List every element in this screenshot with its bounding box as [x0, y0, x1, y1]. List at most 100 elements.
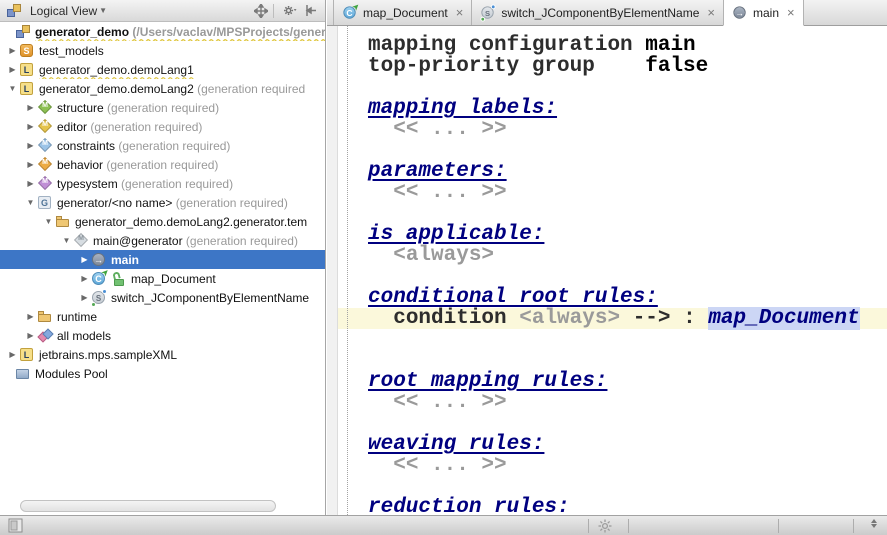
expanded-arrow-icon[interactable]: ▼: [6, 84, 19, 93]
collapsed-arrow-icon[interactable]: ▶: [24, 179, 37, 188]
editor-line[interactable]: reduction rules:: [338, 497, 887, 515]
editor-cell[interactable]: [368, 118, 393, 141]
editor-line[interactable]: conditional root rules:: [338, 287, 887, 308]
editor-line[interactable]: mapping labels:: [338, 98, 887, 119]
editor-line[interactable]: <always>: [338, 245, 887, 266]
collapsed-arrow-icon[interactable]: ▶: [24, 141, 37, 150]
editor-line[interactable]: top-priority group false: [338, 56, 887, 77]
editor-cell[interactable]: is applicable:: [368, 223, 544, 246]
tree-row-jetbrains-mps-samplexml[interactable]: ▶Ljetbrains.mps.sampleXML: [0, 345, 325, 364]
tree-row-constraints[interactable]: ▶Mconstraints (generation required): [0, 136, 325, 155]
editor-cell[interactable]: <always>: [519, 307, 620, 330]
editor-caret-line[interactable]: condition <always> --> : map_Document: [338, 308, 887, 329]
tree-row-switch-jcomponentbyelementname[interactable]: ▶Sswitch_JComponentByElementName: [0, 288, 325, 307]
tree-row-generator-demo-demolang2[interactable]: ▼Lgenerator_demo.demoLang2 (generation r…: [0, 79, 325, 98]
editor-line[interactable]: weaving rules:: [338, 434, 887, 455]
tab-map_document[interactable]: C➤map_Document×: [333, 0, 472, 25]
editor-cell[interactable]: [368, 307, 393, 330]
editor-cell[interactable]: [368, 454, 393, 477]
collapsed-arrow-icon[interactable]: ▶: [24, 160, 37, 169]
tree-row-all-models[interactable]: ▶all models: [0, 326, 325, 345]
editor-cell[interactable]: top-priority group: [368, 55, 645, 78]
collapsed-arrow-icon[interactable]: ▶: [6, 46, 19, 55]
editor-line[interactable]: [338, 350, 887, 371]
tree-row-main[interactable]: ▶→main: [0, 250, 325, 269]
editor-cell[interactable]: << ... >>: [393, 181, 506, 204]
tab-switch_jcomponentbyelementname[interactable]: Sswitch_JComponentByElementName×: [471, 0, 724, 25]
editor-line[interactable]: [338, 266, 887, 287]
editor-cell[interactable]: mapping configuration: [368, 34, 645, 57]
editor-cell[interactable]: main: [645, 34, 695, 57]
mapping-configuration-editor[interactable]: mapping configuration maintop-priority g…: [338, 26, 887, 515]
tree-row-runtime[interactable]: ▶runtime: [0, 307, 325, 326]
reference-cell[interactable]: map_Document: [708, 307, 859, 330]
editor-cell[interactable]: :: [683, 307, 708, 330]
editor-cell[interactable]: parameters:: [368, 160, 507, 183]
tree-horizontal-scrollbar[interactable]: [20, 500, 276, 512]
editor-cell[interactable]: root mapping rules:: [368, 370, 607, 393]
editor-cell[interactable]: [620, 307, 633, 330]
tree-row-generator-demo[interactable]: generator_demo (/Users/vaclav/MPSProject…: [0, 22, 325, 41]
collapsed-arrow-icon[interactable]: ▶: [24, 103, 37, 112]
tree-row-map-document[interactable]: ▶C➤map_Document: [0, 269, 325, 288]
editor-line[interactable]: [338, 77, 887, 98]
editor-line[interactable]: [338, 329, 887, 350]
editor-cell[interactable]: <always>: [393, 244, 494, 267]
tree-row-generator-no-name-[interactable]: ▼Ggenerator/<no name> (generation requir…: [0, 193, 325, 212]
editor-line[interactable]: << ... >>: [338, 455, 887, 476]
editor-cell[interactable]: << ... >>: [393, 391, 506, 414]
collapsed-arrow-icon[interactable]: ▶: [6, 350, 19, 359]
scroll-from-source-button[interactable]: [252, 3, 270, 19]
editor-cell[interactable]: mapping labels:: [368, 97, 557, 120]
tree-row-structure[interactable]: ▶Mstructure (generation required): [0, 98, 325, 117]
editor-line[interactable]: [338, 140, 887, 161]
tree-row-generator-demo-demolang2-generator-tem[interactable]: ▼generator_demo.demoLang2.generator.tem: [0, 212, 325, 231]
tree-row-modules-pool[interactable]: Modules Pool: [0, 364, 325, 383]
toolbar-toggle-icon[interactable]: [8, 518, 23, 535]
tree-row-typesystem[interactable]: ▶Mtypesystem (generation required): [0, 174, 325, 193]
background-tasks-icon[interactable]: [598, 519, 612, 535]
collapsed-arrow-icon[interactable]: ▶: [78, 293, 91, 302]
tree-row-editor[interactable]: ▶Meditor (generation required): [0, 117, 325, 136]
tree-row-behavior[interactable]: ▶Mbehavior (generation required): [0, 155, 325, 174]
chevron-down-icon[interactable]: ▼: [99, 6, 107, 15]
tab-close-icon[interactable]: ×: [456, 6, 464, 19]
settings-gear-button[interactable]: [280, 3, 298, 19]
resize-spinner-icon[interactable]: [871, 519, 877, 528]
tree-row-test-models[interactable]: ▶Stest_models: [0, 41, 325, 60]
tab-main[interactable]: →main×: [723, 0, 804, 26]
tree-row-generator-demo-demolang1[interactable]: ▶Lgenerator_demo.demoLang1: [0, 60, 325, 79]
view-selector[interactable]: Logical View: [30, 4, 97, 18]
editor-line[interactable]: [338, 203, 887, 224]
collapsed-arrow-icon[interactable]: ▶: [24, 312, 37, 321]
editor-line[interactable]: [338, 413, 887, 434]
editor-cell[interactable]: condition: [393, 307, 519, 330]
editor-line[interactable]: << ... >>: [338, 392, 887, 413]
collapsed-arrow-icon[interactable]: ▶: [24, 331, 37, 340]
editor-line[interactable]: root mapping rules:: [338, 371, 887, 392]
editor-line[interactable]: << ... >>: [338, 182, 887, 203]
editor-cell[interactable]: false: [645, 55, 708, 78]
editor-cell[interactable]: -->: [633, 307, 683, 330]
editor-cell[interactable]: << ... >>: [393, 454, 506, 477]
editor-cell[interactable]: conditional root rules:: [368, 286, 658, 309]
tab-close-icon[interactable]: ×: [787, 6, 795, 19]
expanded-arrow-icon[interactable]: ▼: [60, 236, 73, 245]
editor-line[interactable]: parameters:: [338, 161, 887, 182]
expanded-arrow-icon[interactable]: ▼: [24, 198, 37, 207]
collapsed-arrow-icon[interactable]: ▶: [78, 274, 91, 283]
editor-cell[interactable]: [368, 181, 393, 204]
editor-cell[interactable]: weaving rules:: [368, 433, 544, 456]
panel-splitter[interactable]: [327, 26, 338, 515]
tree-row-main-generator[interactable]: ▼Mmain@generator (generation required): [0, 231, 325, 250]
collapsed-arrow-icon[interactable]: ▶: [78, 255, 91, 264]
editor-line[interactable]: << ... >>: [338, 119, 887, 140]
editor-cell[interactable]: << ... >>: [393, 118, 506, 141]
expanded-arrow-icon[interactable]: ▼: [42, 217, 55, 226]
editor-line[interactable]: is applicable:: [338, 224, 887, 245]
editor-line[interactable]: mapping configuration main: [338, 35, 887, 56]
collapsed-arrow-icon[interactable]: ▶: [24, 122, 37, 131]
tab-close-icon[interactable]: ×: [707, 6, 715, 19]
editor-cell[interactable]: reduction rules:: [368, 496, 570, 515]
editor-line[interactable]: [338, 476, 887, 497]
